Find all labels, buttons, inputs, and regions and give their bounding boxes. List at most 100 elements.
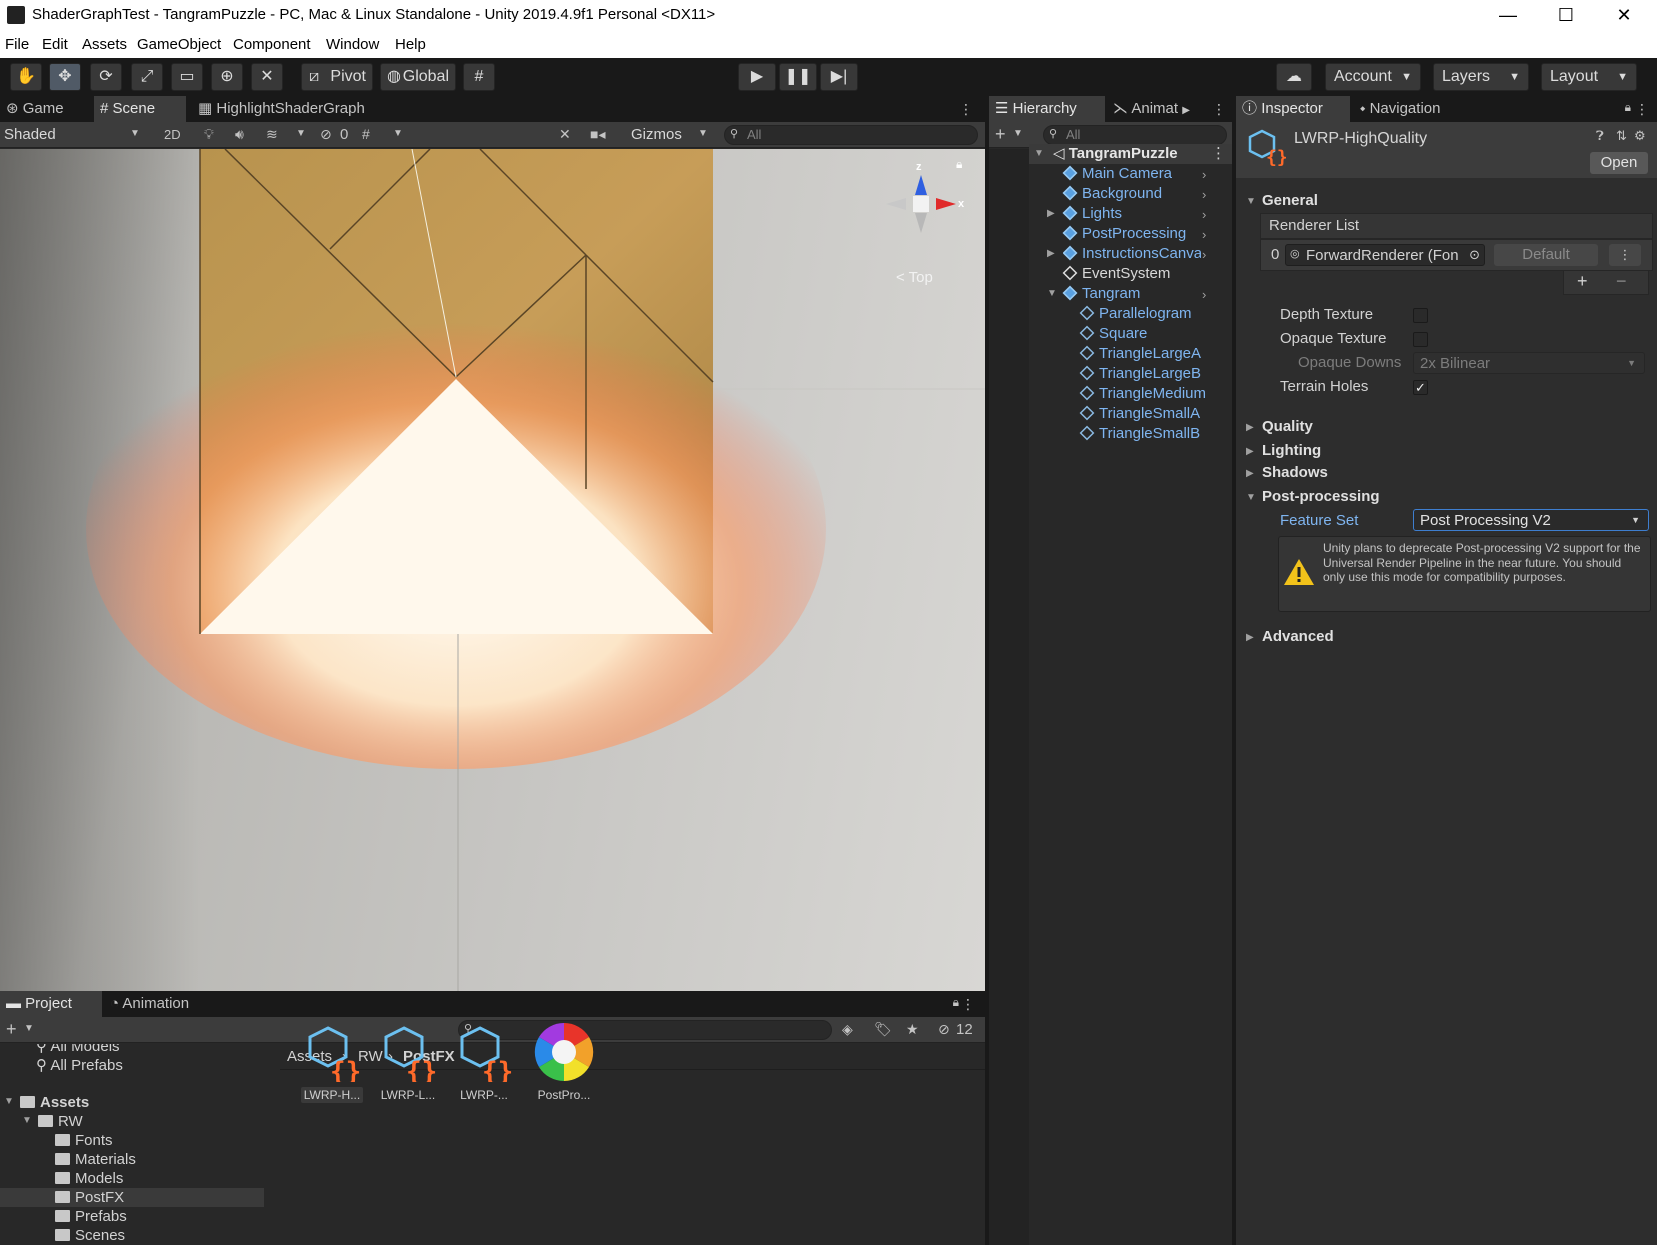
opaque-downsampling-dropdown[interactable]: 2x Bilinear ▼ <box>1413 352 1645 374</box>
layout-dropdown[interactable]: Layout ▼ <box>1541 63 1637 91</box>
expand-arrow-icon[interactable]: ▼ <box>4 1096 14 1107</box>
tab-animator[interactable]: ⋋ Animat ▶ <box>1107 96 1215 122</box>
audio-toggle-icon[interactable]: 🔊︎ <box>235 126 244 143</box>
pivot-toggle-button[interactable]: ⧄ Pivot <box>301 63 373 91</box>
tab-animation[interactable]: ◔ Animation <box>104 991 224 1017</box>
custom-tool-icon[interactable]: ✕ <box>251 63 283 91</box>
tools-icon[interactable]: ✕ <box>559 126 571 143</box>
default-renderer-button[interactable]: Default <box>1494 244 1598 266</box>
hierarchy-search-input[interactable]: All <box>1043 125 1227 145</box>
chevron-down-icon[interactable]: ▼ <box>1013 128 1023 139</box>
section-lighting[interactable]: Lighting <box>1262 442 1321 459</box>
minimize-button[interactable]: — <box>1480 2 1536 28</box>
visibility-icon[interactable]: ⊘ <box>320 126 332 143</box>
tree-item-materials[interactable]: Materials <box>55 1150 136 1169</box>
shading-mode-dropdown[interactable]: Shaded <box>4 126 56 143</box>
hierarchy-item-tangram[interactable]: Tangram <box>1062 284 1223 304</box>
hierarchy-child-trianglelargeb[interactable]: TriangleLargeB <box>1079 364 1201 384</box>
renderer-object-field[interactable]: ◎ ForwardRenderer (Fon ⊙ <box>1285 244 1485 266</box>
lock-icon[interactable]: 🔒︎ <box>956 157 962 172</box>
renderer-options-icon[interactable]: ⋮ <box>1609 244 1641 266</box>
hierarchy-item-instructionscanvas[interactable]: InstructionsCanva <box>1063 244 1201 264</box>
panel-menu-icon[interactable]: ⋮ <box>961 996 975 1013</box>
visibility-icon[interactable]: ⊘ <box>938 1021 950 1038</box>
tab-navigation[interactable]: ⬩ Navigation <box>1354 96 1474 122</box>
chevron-right-icon[interactable]: › <box>1202 207 1206 222</box>
expand-arrow-icon[interactable]: ▶ <box>1047 208 1055 219</box>
menu-assets[interactable]: Assets <box>82 36 127 53</box>
opaque-texture-checkbox[interactable] <box>1413 332 1428 347</box>
chevron-right-icon[interactable]: › <box>1202 247 1206 262</box>
scene-row[interactable]: ▼ ◁ TangramPuzzle ⋮ <box>1029 144 1232 164</box>
section-post-processing[interactable]: Post-processing <box>1262 488 1380 505</box>
presets-icon[interactable]: ⇅ <box>1616 128 1627 144</box>
tab-highlight-shader-graph[interactable]: ▦ HighlightShaderGraph <box>192 96 392 122</box>
hierarchy-child-trianglemedium[interactable]: TriangleMedium <box>1079 384 1206 404</box>
asset-postprocessing-profile[interactable]: PostPro... <box>528 1022 600 1102</box>
scene-menu-icon[interactable]: ⋮ <box>1211 144 1226 164</box>
expand-arrow-icon[interactable]: ▼ <box>1034 144 1044 164</box>
tree-item-models[interactable]: Models <box>55 1169 123 1188</box>
tab-scene[interactable]: # Scene <box>94 96 186 122</box>
chevron-right-icon[interactable]: › <box>1202 287 1206 302</box>
tree-item-postfx[interactable]: PostFX <box>55 1188 124 1207</box>
favorite-all-models[interactable]: ⚲ All Models <box>36 1044 120 1056</box>
tab-game[interactable]: ⊛ Game <box>0 96 92 122</box>
tree-item-scenes[interactable]: Scenes <box>55 1226 125 1245</box>
chevron-down-icon[interactable]: ▼ <box>24 1023 34 1034</box>
hierarchy-item-postprocessing[interactable]: PostProcessing <box>1062 224 1223 244</box>
add-icon[interactable]: + <box>6 1019 17 1040</box>
chevron-down-icon[interactable]: ▼ <box>698 128 708 139</box>
lock-icon[interactable]: 🔒︎ <box>1625 100 1631 115</box>
menu-edit[interactable]: Edit <box>42 36 68 53</box>
expand-arrow-icon[interactable]: ▼ <box>1246 196 1256 207</box>
tree-item-fonts[interactable]: Fonts <box>55 1131 113 1150</box>
open-button[interactable]: Open <box>1590 152 1648 174</box>
lighting-toggle-icon[interactable]: 💡︎ <box>204 126 214 143</box>
panel-menu-icon[interactable]: ⋮ <box>1635 101 1649 118</box>
maximize-button[interactable]: ☐ <box>1538 2 1594 28</box>
tab-hierarchy[interactable]: ☰ Hierarchy <box>989 96 1105 122</box>
section-shadows[interactable]: Shadows <box>1262 464 1328 481</box>
view-label[interactable]: < Top <box>896 269 933 286</box>
hierarchy-child-square[interactable]: Square <box>1079 324 1147 344</box>
terrain-holes-checkbox[interactable]: ✓ <box>1413 380 1428 395</box>
close-button[interactable]: ✕ <box>1596 2 1652 28</box>
move-tool-icon[interactable]: ✥ <box>49 63 81 91</box>
menu-file[interactable]: File <box>5 36 29 53</box>
account-dropdown[interactable]: Account ▼ <box>1325 63 1421 91</box>
expand-arrow-icon[interactable]: ▼ <box>22 1115 32 1126</box>
expand-arrow-icon[interactable]: ▶ <box>1047 248 1055 259</box>
transform-tool-icon[interactable]: ⊕ <box>211 63 243 91</box>
object-picker-icon[interactable]: ⊙ <box>1469 247 1480 263</box>
expand-arrow-icon[interactable]: ▶ <box>1246 468 1254 479</box>
step-button[interactable]: ▶| <box>820 63 858 91</box>
tree-item-rw[interactable]: RW <box>38 1112 83 1131</box>
toggle-2d-button[interactable]: 2D <box>164 127 181 142</box>
chevron-down-icon[interactable]: ▼ <box>393 128 403 139</box>
hierarchy-child-parallelogram[interactable]: Parallelogram <box>1079 304 1192 324</box>
chevron-down-icon[interactable]: ▼ <box>130 128 140 139</box>
scale-tool-icon[interactable]: ⤢ <box>131 63 163 91</box>
tree-item-prefabs[interactable]: Prefabs <box>55 1207 127 1226</box>
hierarchy-child-trianglesmallb[interactable]: TriangleSmallB <box>1079 424 1200 444</box>
menu-help[interactable]: Help <box>395 36 426 53</box>
tab-project[interactable]: ▬ Project <box>0 991 102 1017</box>
help-icon[interactable]: ❓︎ <box>1596 128 1604 144</box>
camera-icon[interactable]: ■◂ <box>590 126 605 143</box>
pause-button[interactable]: ❚❚ <box>779 63 817 91</box>
cloud-icon[interactable]: ☁ <box>1276 63 1312 91</box>
chevron-right-icon[interactable]: › <box>1202 227 1206 242</box>
grid-toggle-icon[interactable]: # <box>362 126 370 142</box>
play-button[interactable]: ▶ <box>738 63 776 91</box>
expand-arrow-icon[interactable]: ▼ <box>1047 288 1057 299</box>
asset-lwrp-mediumquality[interactable]: {} LWRP-... <box>448 1022 520 1102</box>
panel-menu-icon[interactable]: ⋮ <box>1212 101 1226 118</box>
global-toggle-button[interactable]: ◍ Global <box>380 63 456 91</box>
section-quality[interactable]: Quality <box>1262 418 1313 435</box>
add-icon[interactable]: + <box>995 124 1006 145</box>
expand-arrow-icon[interactable]: ▶ <box>1246 422 1254 433</box>
hierarchy-child-trianglesmalla[interactable]: TriangleSmallA <box>1079 404 1200 424</box>
favorite-all-prefabs[interactable]: ⚲ All Prefabs <box>36 1056 123 1075</box>
hierarchy-item-main-camera[interactable]: Main Camera <box>1062 164 1223 184</box>
